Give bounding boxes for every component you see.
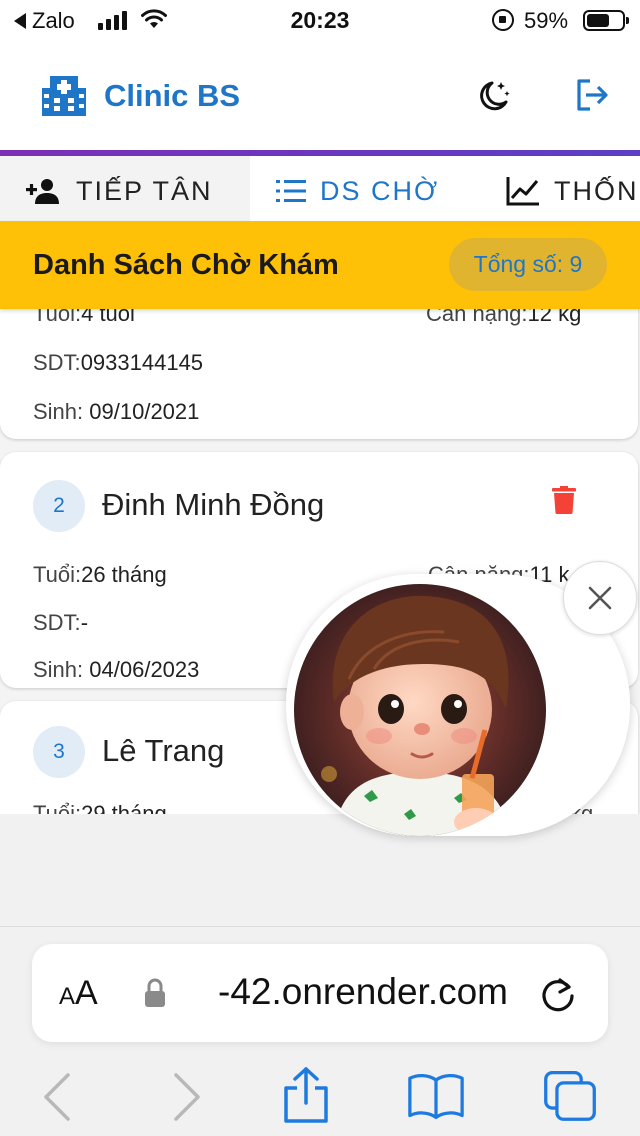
page-background	[0, 814, 640, 926]
url-text[interactable]: -42.onrender.com	[218, 971, 508, 1013]
age-field: Tuổi:29 tháng	[33, 801, 167, 814]
bookmarks-icon[interactable]	[408, 1067, 464, 1123]
phone-field: SDT:0933144145	[33, 350, 204, 375]
padlock-icon	[145, 978, 165, 1007]
banner-title: Danh Sách Chờ Khám	[33, 249, 339, 281]
list-icon	[276, 180, 306, 202]
avatar[interactable]	[294, 584, 546, 836]
app-header: Clinic BS	[0, 42, 640, 152]
tab-reception[interactable]: TIẾP TÂN	[0, 156, 250, 226]
rotation-lock-icon	[492, 9, 514, 31]
battery-percent: 59%	[524, 8, 569, 33]
moon-icon[interactable]	[476, 78, 512, 114]
close-icon	[588, 586, 612, 610]
share-icon[interactable]	[278, 1067, 334, 1123]
weight-field: Cân nặng:12 kg	[426, 309, 582, 326]
tab-reception-label: TIẾP TÂN	[76, 175, 213, 206]
tab-waiting-list[interactable]: DS CHỜ	[276, 156, 439, 226]
browser-forward-icon[interactable]	[158, 1067, 214, 1123]
queue-number: 3	[33, 726, 85, 778]
app-title: Clinic BS	[104, 78, 241, 113]
text-size-button[interactable]: AA	[59, 974, 98, 1013]
address-bar[interactable]: AA -42.onrender.com	[32, 944, 608, 1042]
tab-waiting-list-label: DS CHỜ	[320, 175, 440, 206]
dob-field: Sinh: 04/06/2023	[33, 657, 200, 682]
logout-icon[interactable]	[574, 78, 610, 112]
patient-name: Đinh Minh Đồng	[102, 487, 325, 522]
total-count-badge: Tổng số: 9	[449, 238, 607, 291]
battery-icon	[583, 10, 629, 31]
screen: Zalo 20:23 59% Clinic BS TIẾP TÂN DS CHỜ…	[0, 0, 640, 1136]
age-field: Tuổi:26 tháng	[33, 562, 167, 587]
person-add-icon	[26, 179, 59, 204]
hospital-icon[interactable]	[42, 74, 86, 116]
phone-field: SDT:-	[33, 610, 89, 635]
tabs-icon[interactable]	[542, 1067, 598, 1123]
chart-icon	[506, 177, 539, 206]
close-bubble-button[interactable]	[563, 561, 637, 635]
reload-icon[interactable]	[538, 974, 578, 1014]
status-bar: Zalo 20:23 59%	[0, 0, 640, 42]
patient-card[interactable]: Tuổi:4 tuổi Cân nặng:12 kg SDT:093314414…	[0, 309, 638, 439]
browser-toolbar: AA -42.onrender.com	[0, 926, 640, 1136]
tab-bar: TIẾP TÂN DS CHỜ THỐN	[0, 156, 640, 226]
delete-icon[interactable]	[552, 486, 576, 514]
queue-number: 2	[33, 480, 85, 532]
browser-back-icon[interactable]	[30, 1067, 86, 1123]
tab-statistics[interactable]: THỐN	[506, 156, 639, 226]
tab-statistics-label: THỐN	[554, 175, 639, 206]
patient-name: Lê Trang	[102, 733, 225, 768]
dob-field: Sinh: 09/10/2021	[33, 399, 200, 424]
waiting-list-banner: Danh Sách Chờ Khám Tổng số: 9	[0, 221, 640, 309]
age-field: Tuổi:4 tuổi	[33, 309, 135, 326]
